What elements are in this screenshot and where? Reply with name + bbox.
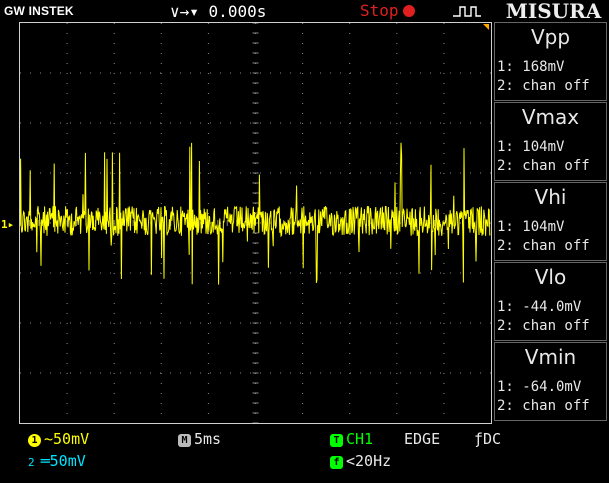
- ch2-scale: 50mV: [49, 452, 86, 470]
- measurement-vmin[interactable]: Vmin 1: -64.0mV 2: chan off: [494, 342, 607, 421]
- trigger-type: EDGE: [404, 430, 441, 448]
- waveform-display: [19, 22, 492, 424]
- timebase-value: 5ms: [194, 430, 222, 448]
- measurement-vpp[interactable]: Vpp 1: 168mV 2: chan off: [494, 22, 607, 101]
- bottom-status-bar: 1 ~50mV 2 ═50mV M 5ms T CH1 EDGE ƒDC f <20Hz: [0, 426, 609, 483]
- frequency-readout: f <20Hz: [330, 452, 391, 470]
- ch1-scale: 50mV: [53, 430, 90, 448]
- frequency-badge: f: [330, 456, 343, 469]
- measurement-vhi[interactable]: Vhi 1: 104mV 2: chan off: [494, 182, 607, 261]
- ch1-ground-marker: 1▸: [1, 218, 15, 231]
- measurement-ch2-value: 2: chan off: [497, 238, 590, 254]
- measurement-vlo[interactable]: Vlo 1: -44.0mV 2: chan off: [494, 262, 607, 341]
- ch2-coupling-icon: ═: [40, 452, 50, 470]
- brand-logo: GW INSTEK: [4, 4, 74, 18]
- measurement-ch1-value: 1: -64.0mV: [497, 379, 582, 395]
- waveform-grid: [19, 22, 491, 424]
- run-state-label: Stop: [360, 1, 399, 20]
- ch1-scale-readout: 1 ~50mV: [28, 430, 89, 448]
- measurement-ch2-value: 2: chan off: [497, 398, 590, 414]
- measurement-ch1-value: 1: 104mV: [497, 219, 565, 235]
- run-state-indicator: Stop: [360, 1, 415, 20]
- measurement-ch2-value: 2: chan off: [497, 158, 590, 174]
- timebase-badge: M: [178, 434, 191, 447]
- measurement-name: Vlo: [534, 265, 567, 289]
- measurement-name: Vhi: [534, 185, 567, 209]
- horizontal-position-icon: ∨→▾: [170, 2, 199, 21]
- trigger-position-marker: [483, 24, 489, 30]
- trigger-badge: T: [330, 434, 343, 447]
- frequency-value: <20Hz: [346, 452, 392, 470]
- time-offset-value: 0.000s: [208, 2, 267, 21]
- measurement-ch2-value: 2: chan off: [497, 318, 590, 334]
- ch1-coupling-icon: ~: [44, 430, 54, 448]
- measurement-ch1-value: 1: 168mV: [497, 59, 565, 75]
- ch2-badge: 2: [28, 456, 35, 469]
- trigger-edge-icon: [453, 6, 481, 17]
- ch2-scale-readout: 2 ═50mV: [28, 452, 86, 470]
- measurement-name: Vmin: [524, 345, 577, 369]
- timebase-readout: M 5ms: [178, 430, 221, 448]
- measurement-ch1-value: 1: 104mV: [497, 139, 565, 155]
- measurement-name: Vpp: [530, 25, 571, 49]
- stop-icon: [402, 5, 415, 17]
- menu-title: MISURA: [505, 0, 602, 23]
- trigger-source: CH1: [346, 430, 374, 448]
- measurement-vmax[interactable]: Vmax 1: 104mV 2: chan off: [494, 102, 607, 181]
- top-status-bar: GW INSTEK ∨→▾ 0.000s Stop MISURA: [0, 0, 609, 23]
- measurement-name: Vmax: [521, 105, 580, 129]
- time-offset-readout: ∨→▾ 0.000s: [170, 2, 266, 21]
- ch1-marker-label: 1: [1, 218, 8, 231]
- measurement-ch2-value: 2: chan off: [497, 78, 590, 94]
- measurement-ch1-value: 1: -44.0mV: [497, 299, 582, 315]
- trigger-coupling: ƒDC: [474, 430, 502, 448]
- ch1-badge: 1: [28, 434, 41, 447]
- trigger-source-readout: T CH1: [330, 430, 373, 448]
